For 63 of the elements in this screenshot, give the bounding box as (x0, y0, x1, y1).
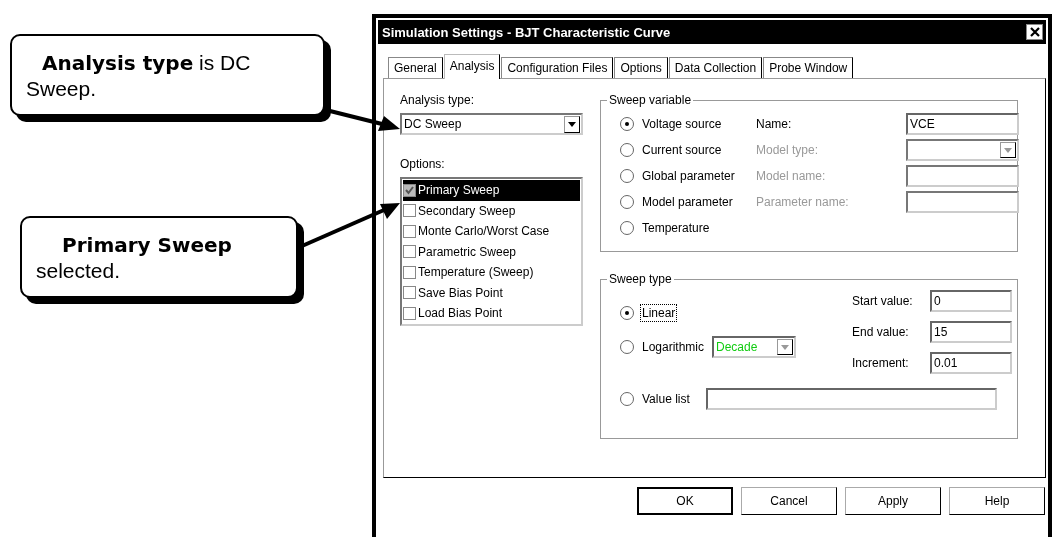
dialog-button[interactable]: Apply (845, 487, 941, 515)
radio-option[interactable]: Temperature (620, 215, 744, 241)
field-label: Options: (400, 157, 446, 173)
radio-option[interactable]: Global parameter (620, 163, 744, 189)
checkbox[interactable] (403, 265, 416, 279)
radio-option[interactable]: Current source (620, 137, 744, 163)
window-title: Simulation Settings - BJT Characteristic Curve (382, 24, 671, 40)
field-label: End value: (852, 325, 910, 339)
list-item[interactable]: Save Bias Point (403, 282, 580, 303)
radio-option[interactable]: Model parameter (620, 189, 744, 215)
radio-button[interactable] (620, 306, 634, 320)
checkbox[interactable] (403, 224, 416, 238)
group-title: Sweep variable (607, 93, 694, 107)
field-label: Model name: (756, 169, 827, 183)
field-label: Analysis type: (400, 93, 476, 109)
tab[interactable]: Options (614, 57, 668, 78)
input-field[interactable]: 15 (930, 321, 1012, 343)
input-field[interactable]: 0 (930, 290, 1012, 312)
checkbox[interactable] (403, 286, 416, 300)
field-label: Name: (756, 117, 793, 131)
list-item[interactable]: Load Bias Point (403, 303, 580, 324)
caret-icon (568, 121, 576, 127)
list-item[interactable]: Temperature (Sweep) (403, 262, 580, 283)
radio-option[interactable]: Voltage source (620, 111, 744, 137)
close-icon (1029, 27, 1040, 37)
input-field[interactable] (906, 165, 1019, 187)
close-button[interactable] (1026, 24, 1043, 40)
caret-icon (1004, 147, 1012, 153)
tab[interactable]: Data Collection (668, 57, 763, 78)
caret-icon (781, 344, 790, 350)
list-item[interactable]: Primary Sweep (403, 180, 580, 201)
checkbox[interactable] (403, 183, 416, 197)
field-label: Start value: (852, 294, 914, 308)
input-field[interactable] (705, 388, 997, 410)
list-item[interactable]: Secondary Sweep (403, 200, 580, 221)
callout-text: Analysis type is DC Sweep. (26, 50, 252, 101)
field-label: Increment: (852, 356, 910, 370)
radio-button[interactable] (620, 340, 634, 354)
tab[interactable]: Analysis (443, 54, 501, 79)
radio-button[interactable] (620, 392, 634, 406)
checkbox[interactable] (403, 204, 416, 218)
field-label: Parameter name: (756, 195, 850, 209)
dialog-button[interactable]: Help (949, 487, 1045, 515)
field-label: Model type: (756, 143, 820, 157)
callout-text: Primary Sweep selected. (36, 232, 233, 283)
radio-label[interactable]: Value list (640, 390, 692, 408)
list-item[interactable]: Parametric Sweep (403, 241, 580, 262)
tab[interactable]: General (388, 57, 443, 78)
group-title: Sweep type (607, 272, 674, 286)
input-field[interactable]: VCE (906, 113, 1019, 135)
tab[interactable]: Probe Window (763, 57, 854, 78)
dropdown[interactable] (906, 139, 1019, 161)
checkbox[interactable] (403, 306, 416, 320)
radio-label[interactable]: Logarithmic (640, 338, 707, 356)
input-field[interactable]: 0.01 (930, 352, 1012, 374)
tab[interactable]: Configuration Files (501, 57, 614, 78)
radio-label[interactable]: Linear (640, 304, 678, 322)
dialog-button[interactable]: Cancel (741, 487, 837, 515)
dialog-button[interactable]: OK (637, 487, 733, 515)
list-item[interactable]: Monte Carlo/Worst Case (403, 221, 580, 242)
checkbox[interactable] (403, 245, 416, 259)
input-field[interactable] (906, 191, 1019, 213)
analysis-type-dropdown[interactable]: DC Sweep (400, 113, 583, 135)
